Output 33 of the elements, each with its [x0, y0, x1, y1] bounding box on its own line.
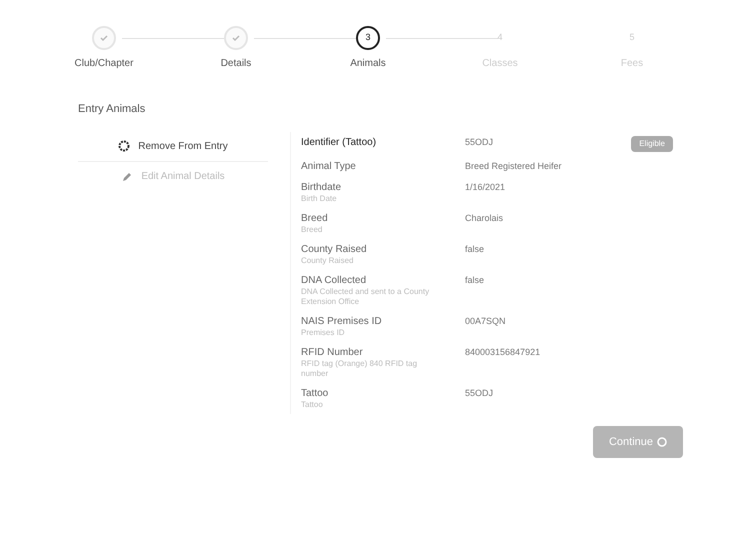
field-label: Animal Type — [301, 160, 357, 172]
field-label: Identifier (Tattoo) — [301, 136, 378, 148]
field-hint: Premises ID — [301, 328, 346, 338]
section-title: Entry Animals — [78, 102, 146, 117]
field-hint: County Raised — [301, 256, 354, 266]
field-hint: Birth Date — [301, 194, 338, 204]
field-value: 1/16/2021 — [465, 180, 506, 194]
step-label[interactable]: Details — [220, 56, 252, 71]
field-label: DNA Collected — [301, 274, 368, 286]
field-hint: Tattoo — [301, 400, 324, 410]
step-label[interactable]: Animals — [350, 56, 386, 71]
field-label: NAIS Premises ID — [301, 314, 383, 328]
field-value: false — [465, 274, 486, 286]
field-value: 55ODJ — [465, 136, 494, 148]
field-value: false — [465, 242, 486, 256]
field-label: RFID Number — [301, 346, 364, 358]
field-label: Birthdate — [301, 180, 342, 194]
field-label: Breed — [301, 212, 329, 224]
field-hint: DNA Collected and sent to a County Extension Office — [301, 286, 430, 306]
field-hint: Breed — [301, 224, 324, 234]
field-value: 55ODJ — [465, 386, 494, 400]
step-number: 3 — [356, 26, 380, 50]
field-hint: RFID tag (Orange) 840 RFID tag number — [301, 358, 418, 378]
field-label: Tattoo — [301, 386, 330, 400]
remove-button[interactable]: Remove From Entry — [78, 132, 268, 162]
field-value: Charolais — [465, 212, 504, 224]
field-label: County Raised — [301, 242, 368, 256]
field-value: 840003156847921 — [465, 346, 542, 358]
field-value: 00A7SQN — [465, 314, 507, 328]
pencil-icon — [121, 170, 134, 182]
status-badge: Eligible — [631, 136, 673, 152]
field-value: Breed Registered Heifer — [465, 160, 563, 172]
step-label[interactable]: Club/Chapter — [74, 56, 134, 71]
